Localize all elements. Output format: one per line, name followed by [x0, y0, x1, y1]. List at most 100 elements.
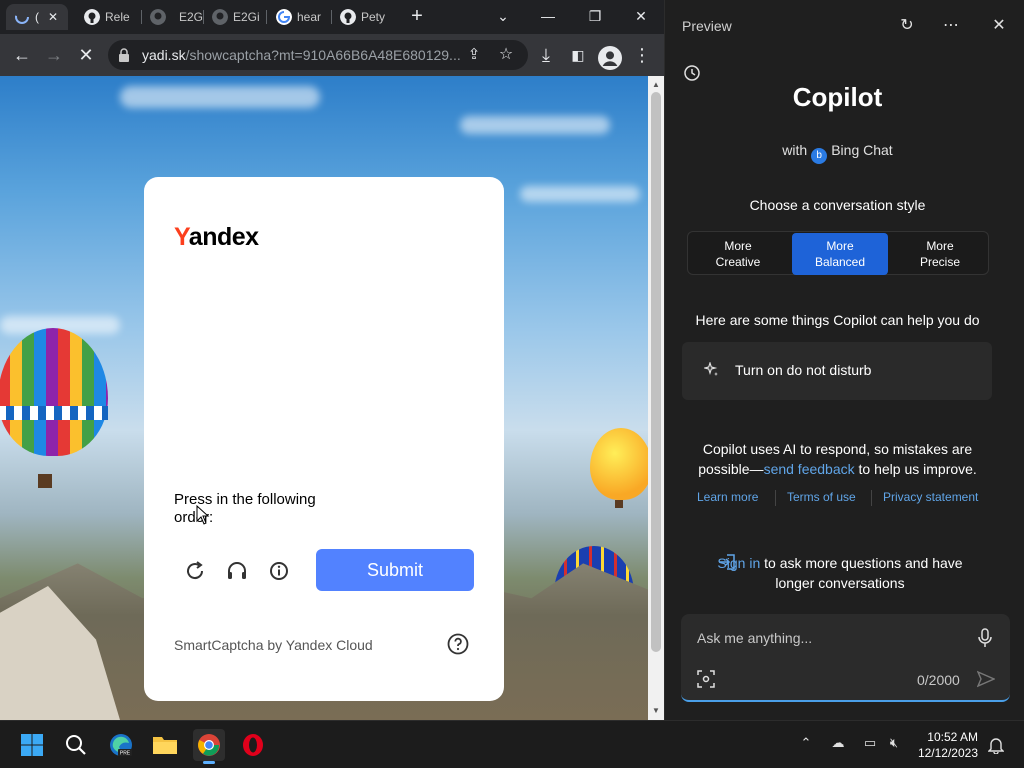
- suggestion-card[interactable]: Turn on do not disturb: [682, 342, 992, 400]
- folder-icon: [153, 737, 177, 754]
- edge-browser-icon: PRE: [110, 734, 132, 757]
- tab-google[interactable]: hear: [268, 4, 330, 30]
- github-icon: [212, 9, 228, 25]
- copilot-subtitle: with b Bing Chat: [665, 142, 1010, 164]
- privacy-statement-link[interactable]: Privacy statement: [883, 490, 978, 504]
- balloon-basket: [38, 474, 52, 488]
- refresh-icon[interactable]: ↻: [895, 14, 919, 38]
- chat-input-box: 0/2000: [681, 614, 1010, 702]
- github-icon: [84, 9, 100, 25]
- tab-label: Rele: [105, 10, 130, 24]
- opera-app[interactable]: [237, 729, 269, 761]
- scroll-down-arrow-icon[interactable]: ▼: [652, 706, 660, 715]
- share-icon[interactable]: ⇪: [462, 43, 486, 67]
- search-icon: [66, 735, 86, 755]
- opera-icon: [243, 734, 263, 756]
- browser-toolbar: ← → ✕ yadi.sk/showcaptcha?mt=910A66B6A48…: [0, 34, 664, 76]
- download-icon[interactable]: ⤓: [534, 43, 558, 67]
- github-icon: [340, 9, 356, 25]
- screenshot-icon[interactable]: [697, 670, 715, 688]
- profile-icon[interactable]: [598, 46, 622, 70]
- loading-icon: [15, 10, 29, 24]
- show-hidden-icons-chevron-icon[interactable]: ⌃: [796, 735, 816, 755]
- learn-more-link[interactable]: Learn more: [697, 490, 758, 504]
- restore-button[interactable]: ❐: [583, 6, 607, 26]
- start-button[interactable]: [16, 729, 48, 761]
- tab-label: E2Gi: [233, 10, 260, 24]
- send-icon[interactable]: [977, 670, 995, 688]
- network-icon[interactable]: ▭: [860, 735, 880, 755]
- tab-github-3[interactable]: E2Gi: [204, 4, 266, 30]
- ai-disclaimer: Copilot uses AI to respond, so mistakes …: [698, 441, 977, 477]
- scrollbar-thumb[interactable]: [651, 92, 661, 652]
- page-scrollbar[interactable]: ▲ ▼: [648, 76, 664, 720]
- clock-date: 12/12/2023: [917, 746, 978, 760]
- cloud: [120, 86, 320, 108]
- headphones-icon[interactable]: [224, 558, 250, 584]
- cloud: [460, 116, 610, 134]
- bookmark-star-icon[interactable]: ☆: [494, 43, 518, 67]
- cloud: [520, 186, 640, 202]
- captcha-card: Yandex Press in the following order: Sub…: [144, 177, 504, 701]
- character-counter: 0/2000: [917, 672, 960, 688]
- close-icon[interactable]: ✕: [987, 14, 1011, 38]
- address-bar[interactable]: yadi.sk/showcaptcha?mt=910A66B6A48E68012…: [108, 40, 528, 70]
- more-options-icon[interactable]: ⋯: [939, 14, 963, 38]
- back-button[interactable]: ←: [10, 43, 34, 67]
- active-app-indicator: [203, 761, 215, 764]
- refresh-icon[interactable]: [182, 558, 208, 584]
- close-window-button[interactable]: ✕: [629, 6, 653, 26]
- minimize-button[interactable]: —: [536, 6, 560, 26]
- tab-github-2[interactable]: E2G: [142, 4, 204, 30]
- tab-current[interactable]: ( ✕: [6, 4, 68, 30]
- search-button[interactable]: [60, 729, 92, 761]
- tab-search-button[interactable]: ⌄: [491, 6, 515, 26]
- tab-github-1[interactable]: Rele: [76, 4, 140, 30]
- style-more-precise-button[interactable]: More Precise: [892, 233, 988, 275]
- chrome-app[interactable]: [193, 729, 225, 764]
- info-icon[interactable]: [266, 558, 292, 584]
- close-tab-icon[interactable]: ✕: [48, 10, 58, 24]
- edge-dev-app[interactable]: PRE: [105, 729, 137, 761]
- windows-logo-icon: [21, 734, 43, 756]
- link-divider: [775, 490, 776, 506]
- google-icon: [276, 9, 292, 25]
- bing-icon: b: [811, 148, 828, 164]
- send-feedback-link[interactable]: send feedback: [764, 461, 855, 477]
- ask-input[interactable]: [697, 630, 957, 646]
- stop-loading-button[interactable]: ✕: [74, 43, 98, 67]
- history-icon[interactable]: [683, 64, 701, 82]
- submit-button[interactable]: Submit: [316, 549, 474, 591]
- scroll-up-arrow-icon[interactable]: ▲: [652, 80, 660, 89]
- notification-bell-icon[interactable]: [988, 736, 1004, 754]
- footer-links: Learn more Terms of use Privacy statemen…: [687, 490, 987, 506]
- hot-air-balloon: [590, 428, 648, 500]
- forward-button[interactable]: →: [42, 43, 66, 67]
- microphone-icon[interactable]: [977, 628, 993, 648]
- github-icon: [150, 9, 166, 25]
- system-clock[interactable]: 10:52 AM 12/12/2023: [912, 729, 978, 761]
- page-viewport: Yandex Press in the following order: Sub…: [0, 76, 648, 720]
- tab-separator: [266, 10, 267, 24]
- mouse-cursor-icon: [196, 505, 210, 525]
- new-tab-button[interactable]: +: [405, 6, 429, 26]
- volume-muted-icon[interactable]: 🔇︎: [884, 735, 904, 755]
- terms-of-use-link[interactable]: Terms of use: [787, 490, 856, 504]
- balloon-stripe: [0, 406, 108, 420]
- menu-kebab-icon[interactable]: ⋮: [630, 43, 654, 67]
- onedrive-cloud-icon[interactable]: ☁: [828, 735, 848, 755]
- help-icon[interactable]: [446, 632, 470, 656]
- style-more-balanced-button[interactable]: More Balanced: [792, 233, 888, 275]
- style-more-creative-button[interactable]: More Creative: [690, 233, 786, 275]
- tab-strip: ( ✕ Rele E2G E2Gi hear Pety + ⌄ — ❐ ✕: [0, 0, 664, 34]
- browser-window: ( ✕ Rele E2G E2Gi hear Pety + ⌄ — ❐ ✕ ← …: [0, 0, 664, 720]
- lock-icon[interactable]: [118, 48, 130, 62]
- sign-in-link[interactable]: Sign in: [717, 555, 760, 571]
- suggestion-text: Turn on do not disturb: [735, 362, 872, 378]
- tab-github-4[interactable]: Pety: [332, 4, 394, 30]
- clock-time: 10:52 AM: [927, 730, 978, 744]
- url-text[interactable]: yadi.sk/showcaptcha?mt=910A66B6A48E68012…: [142, 47, 462, 63]
- smartcaptcha-label: SmartCaptcha by Yandex Cloud: [174, 637, 373, 653]
- side-panel-icon[interactable]: ◧: [566, 43, 590, 67]
- file-explorer-app[interactable]: [149, 729, 181, 761]
